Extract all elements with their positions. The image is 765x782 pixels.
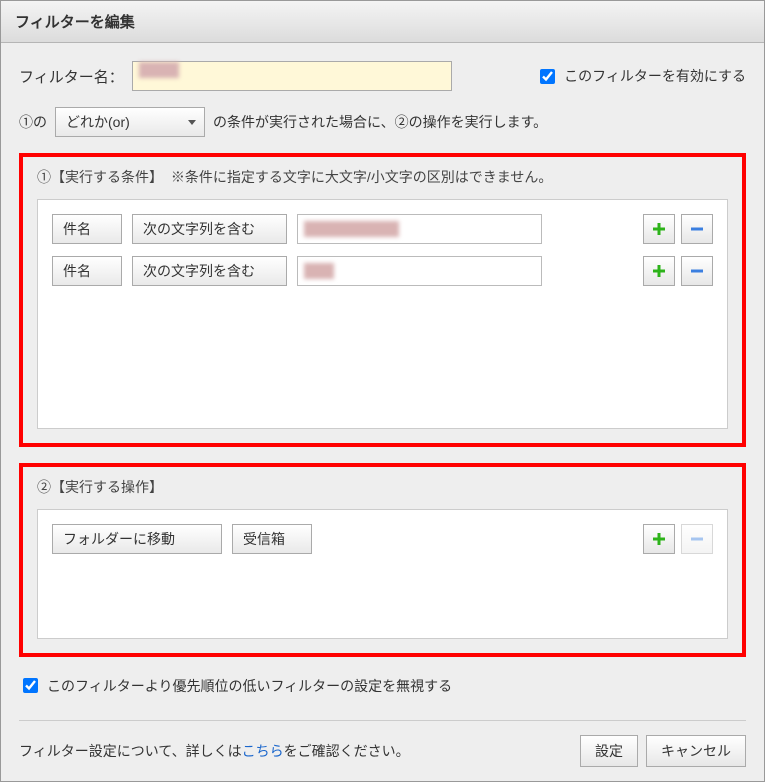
remove-condition-button[interactable] [681,256,713,286]
filter-name-row: フィルター名： このフィルターを有効にする [19,61,746,91]
match-mode-select[interactable]: どれか(or) [55,107,205,137]
actions-section: ②【実行する操作】 フォルダーに移動 受信箱 [19,463,746,657]
redacted-text [139,62,179,78]
sentence-suffix: の条件が実行された場合に、②の操作を実行します。 [213,112,547,132]
redacted-text [304,263,334,279]
condition-value-input[interactable] [297,214,542,244]
field-select[interactable]: 件名 [52,214,122,244]
conditions-section: ①【実行する条件】 ※条件に指定する文字に大文字/小文字の区別はできません。 件… [19,153,746,447]
action-target-value: 受信箱 [243,529,285,549]
chevron-down-icon [188,120,196,125]
row-buttons [643,214,713,244]
minus-icon [690,264,704,278]
footer-text: フィルター設定について、詳しくはこちらをご確認ください。 [19,741,410,761]
minus-icon [690,532,704,546]
action-select[interactable]: フォルダーに移動 [52,524,222,554]
enable-filter-label: このフィルターを有効にする [564,66,746,86]
dialog-footer: フィルター設定について、詳しくはこちらをご確認ください。 設定 キャンセル [19,720,746,767]
operator-select-value: 次の文字列を含む [143,219,255,239]
sentence-prefix: ①の [19,112,47,132]
operator-select[interactable]: 次の文字列を含む [132,214,287,244]
add-action-button[interactable] [643,524,675,554]
remove-action-button [681,524,713,554]
enable-filter-checkbox[interactable] [540,69,555,84]
priority-ignore-checkbox[interactable] [23,678,38,693]
ok-button[interactable]: 設定 [580,735,638,767]
match-mode-value: どれか(or) [66,112,130,132]
filter-name-input[interactable] [132,61,452,91]
priority-ignore-label: このフィルターより優先順位の低いフィルターの設定を無視する [47,676,452,696]
dialog-title: フィルターを編集 [1,1,764,43]
row-buttons [643,524,713,554]
redacted-text [304,221,399,237]
condition-row: 件名 次の文字列を含む [52,214,713,244]
plus-icon [652,222,666,236]
conditions-rule-area: 件名 次の文字列を含む [37,199,728,429]
enable-filter-row[interactable]: このフィルターを有効にする [536,66,746,87]
filter-edit-dialog: フィルターを編集 フィルター名： このフィルターを有効にする ①の どれか(or… [0,0,765,782]
plus-icon [652,532,666,546]
action-select-value: フォルダーに移動 [63,529,175,549]
row-buttons [643,256,713,286]
priority-ignore-row[interactable]: このフィルターより優先順位の低いフィルターの設定を無視する [19,675,746,696]
remove-condition-button[interactable] [681,214,713,244]
field-select-value: 件名 [63,219,91,239]
help-link[interactable]: こちら [242,743,284,759]
footer-text-2: をご確認ください。 [284,743,410,759]
footer-buttons: 設定 キャンセル [580,735,746,767]
condition-sentence: ①の どれか(or) の条件が実行された場合に、②の操作を実行します。 [19,107,746,137]
conditions-title-row: ①【実行する条件】 ※条件に指定する文字に大文字/小文字の区別はできません。 [37,167,728,187]
minus-icon [690,222,704,236]
operator-select-value: 次の文字列を含む [143,261,255,281]
filter-name-label: フィルター名： [19,66,124,87]
actions-rule-area: フォルダーに移動 受信箱 [37,509,728,639]
condition-value-input[interactable] [297,256,542,286]
field-select-value: 件名 [63,261,91,281]
conditions-note: ※条件に指定する文字に大文字/小文字の区別はできません。 [171,169,552,185]
operator-select[interactable]: 次の文字列を含む [132,256,287,286]
add-condition-button[interactable] [643,256,675,286]
dialog-body: フィルター名： このフィルターを有効にする ①の どれか(or) の条件が実行さ… [1,43,764,781]
conditions-title: ①【実行する条件】 [37,169,163,185]
field-select[interactable]: 件名 [52,256,122,286]
add-condition-button[interactable] [643,214,675,244]
cancel-button[interactable]: キャンセル [646,735,746,767]
action-target-select[interactable]: 受信箱 [232,524,312,554]
action-row: フォルダーに移動 受信箱 [52,524,713,554]
actions-title: ②【実行する操作】 [37,477,728,497]
condition-row: 件名 次の文字列を含む [52,256,713,286]
footer-text-1: フィルター設定について、詳しくは [19,743,242,759]
plus-icon [652,264,666,278]
